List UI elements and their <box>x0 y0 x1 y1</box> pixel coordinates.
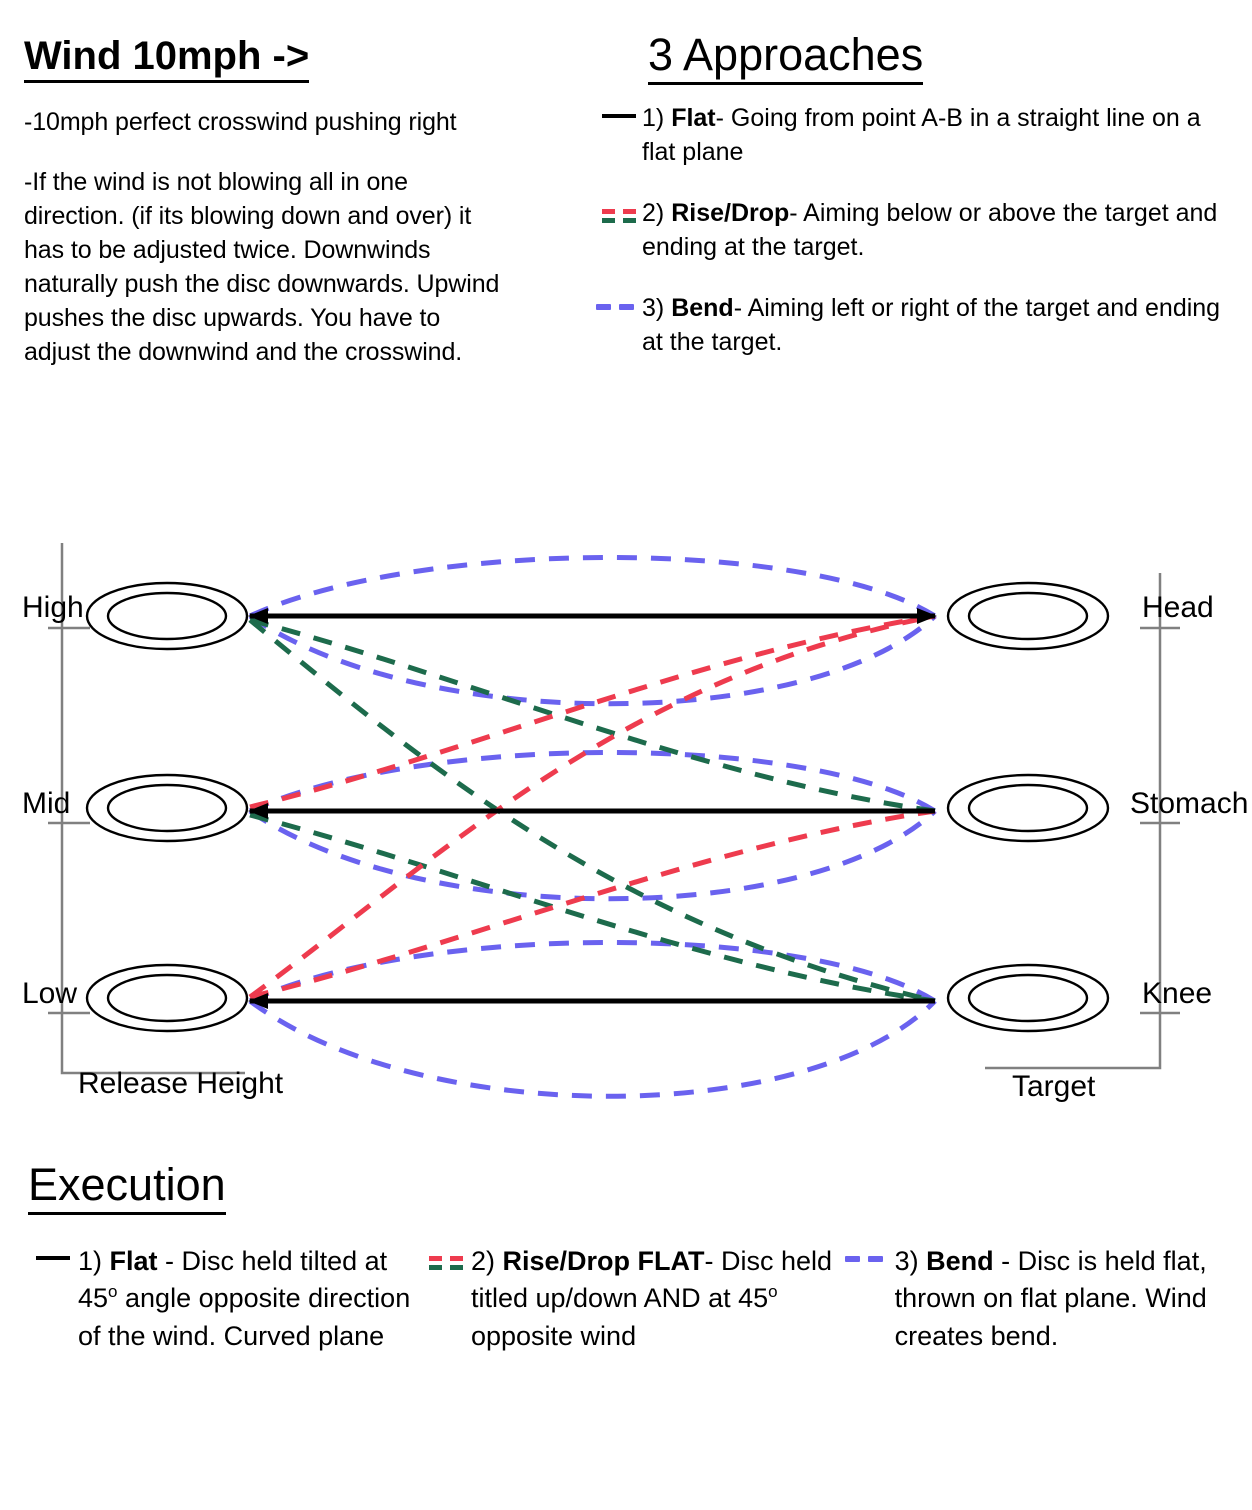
dashed-blue-line-icon <box>596 291 642 310</box>
right-axis-caption: Target <box>1012 1070 1096 1103</box>
bend-mid-down <box>248 808 937 902</box>
execution-risedrop-degree: o <box>768 1282 778 1302</box>
execution-flat-number: 1) <box>78 1245 103 1276</box>
wind-title: Wind 10mph -> <box>24 34 310 83</box>
approach-flat-desc: - Going from point A-B in a straight lin… <box>642 103 1201 167</box>
flat-lines <box>248 608 937 1009</box>
execution-risedrop-desc-b: opposite wind <box>470 1321 637 1352</box>
execution-flat-name: Flat <box>109 1245 158 1276</box>
wind-paragraph-2: -If the wind is not blowing all in one d… <box>24 168 500 366</box>
dashed-red-green-lines-icon <box>596 196 642 223</box>
trajectory-diagram: Release Height Target High Mid Low Head … <box>0 528 1252 1128</box>
approaches-list: 1) Flat- Going from point A-B in a strai… <box>596 101 1236 360</box>
bend-high-down <box>248 613 937 707</box>
execution-item-bend: 3) Bend - Disc is held flat, thrown on f… <box>844 1243 1228 1356</box>
execution-bend-name: Bend <box>926 1245 994 1276</box>
wind-paragraph-1: -10mph perfect crosswind pushing right <box>24 108 457 136</box>
approach-flat-name: Flat <box>671 103 716 132</box>
trajectory-svg: Release Height Target High Mid Low Head … <box>22 543 1248 1103</box>
approaches-section: 3 Approaches 1) Flat- Going from point A… <box>596 30 1236 386</box>
approach-item-flat: 1) Flat- Going from point A-B in a strai… <box>596 101 1236 170</box>
dashed-blue-line-icon <box>844 1243 895 1262</box>
right-label-knee: Knee <box>1142 977 1212 1010</box>
approach-risedrop-name: Rise/Drop <box>671 198 790 227</box>
slide-canvas: Wind 10mph -> -10mph perfect crosswind p… <box>0 0 1252 1510</box>
drop-mid-to-knee <box>249 812 936 1004</box>
release-discs <box>85 581 249 1033</box>
dashed-red-green-lines-icon <box>421 1243 471 1270</box>
bend-high-up <box>248 555 937 619</box>
rise-mid-to-head <box>249 613 936 810</box>
bend-mid-up <box>248 750 937 814</box>
execution-item-flat: 1) Flat - Disc held tilted at 45o angle … <box>28 1243 421 1356</box>
execution-title: Execution <box>28 1160 226 1215</box>
execution-section: Execution 1) Flat - Disc held tilted at … <box>28 1160 1228 1356</box>
right-label-stomach: Stomach <box>1130 787 1248 820</box>
approach-flat-text: 1) Flat- Going from point A-B in a strai… <box>642 101 1236 170</box>
drop-high-to-stomach <box>249 617 936 814</box>
approach-flat-number: 1) <box>642 103 665 132</box>
bend-low-down <box>248 998 937 1099</box>
approaches-title: 3 Approaches <box>648 30 924 85</box>
rise-low-to-stomach <box>249 808 936 1000</box>
execution-risedrop-number: 2) <box>470 1245 495 1276</box>
execution-flat-desc-b: angle opposite direction of the wind. Cu… <box>78 1283 411 1352</box>
execution-bend-text: 3) Bend - Disc is held flat, thrown on f… <box>895 1243 1228 1356</box>
left-label-high: High <box>22 591 84 624</box>
approach-risedrop-text: 2) Rise/Drop- Aiming below or above the … <box>642 196 1236 265</box>
rise-low-to-head <box>248 613 936 1000</box>
left-label-low: Low <box>22 977 77 1010</box>
execution-item-risedrop: 2) Rise/Drop FLAT- Disc held titled up/d… <box>421 1243 845 1356</box>
execution-columns: 1) Flat - Disc held tilted at 45o angle … <box>28 1243 1228 1356</box>
approach-item-bend: 3) Bend- Aiming left or right of the tar… <box>596 291 1236 360</box>
rise-curves <box>248 613 936 1000</box>
execution-risedrop-name: Rise/Drop FLAT <box>502 1245 705 1276</box>
approach-item-risedrop: 2) Rise/Drop- Aiming below or above the … <box>596 196 1236 265</box>
wind-section: Wind 10mph -> -10mph perfect crosswind p… <box>24 34 504 369</box>
left-axis-caption: Release Height <box>78 1067 284 1100</box>
approach-bend-number: 3) <box>642 293 665 322</box>
solid-black-line-icon <box>596 101 642 118</box>
execution-bend-number: 3) <box>894 1245 919 1276</box>
right-label-head: Head <box>1142 591 1214 624</box>
left-label-mid: Mid <box>22 787 70 820</box>
approach-risedrop-number: 2) <box>642 198 665 227</box>
target-discs <box>946 581 1110 1033</box>
approach-bend-name: Bend <box>671 293 734 322</box>
execution-risedrop-text: 2) Rise/Drop FLAT- Disc held titled up/d… <box>471 1243 845 1356</box>
execution-flat-text: 1) Flat - Disc held tilted at 45o angle … <box>78 1243 421 1356</box>
execution-flat-degree: o <box>108 1282 118 1302</box>
approach-bend-text: 3) Bend- Aiming left or right of the tar… <box>642 291 1236 360</box>
solid-black-line-icon <box>28 1243 78 1260</box>
